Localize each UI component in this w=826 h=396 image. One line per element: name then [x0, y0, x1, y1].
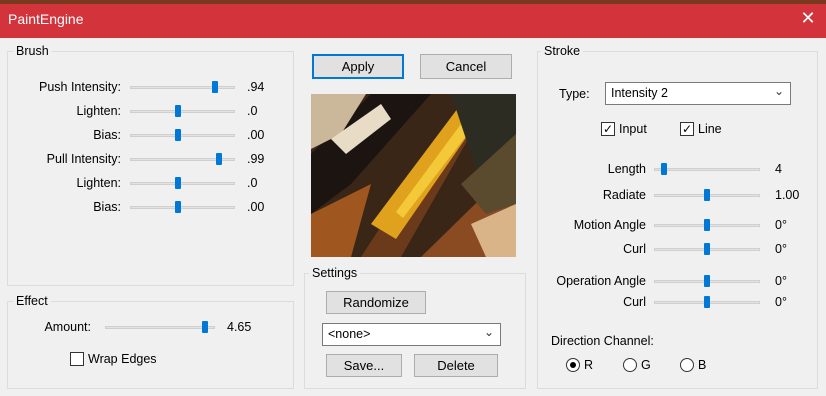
chevron-down-icon: ⌄ [483, 325, 494, 339]
apply-button[interactable]: Apply [312, 54, 404, 79]
preset-select[interactable]: <none> ⌄ [322, 323, 501, 346]
channel-g-radio[interactable] [623, 358, 637, 372]
channel-b-label: B [698, 358, 707, 372]
direction-channel-label: Direction Channel: [551, 334, 654, 348]
amount-slider-track[interactable] [105, 326, 215, 329]
effect-group-label: Effect [13, 294, 51, 308]
stroke-group-label: Stroke [541, 44, 584, 58]
brush-group-label: Brush [13, 44, 52, 58]
brush-slider-thumb[interactable] [211, 81, 218, 93]
stroke-slider-thumb[interactable] [704, 275, 710, 287]
delete-button[interactable]: Delete [414, 354, 498, 377]
line-checkbox[interactable]: ✓ [680, 122, 694, 136]
brush-slider-label: Push Intensity: [39, 80, 121, 94]
randomize-button[interactable]: Randomize [326, 291, 426, 314]
brush-slider-thumb[interactable] [174, 177, 181, 189]
wrap-edges-checkbox[interactable] [70, 352, 84, 366]
amount-slider-thumb[interactable] [202, 321, 208, 333]
channel-b-radio[interactable] [680, 358, 694, 372]
brush-slider-value: .99 [247, 152, 265, 166]
brush-slider-value: .0 [247, 104, 258, 118]
type-select-value: Intensity 2 [611, 86, 668, 100]
type-select[interactable]: Intensity 2 ⌄ [605, 82, 791, 105]
brush-slider-track[interactable] [130, 134, 235, 137]
brush-slider-track[interactable] [130, 86, 235, 89]
channel-g-label: G [641, 358, 651, 372]
stroke-slider-thumb[interactable] [704, 189, 710, 201]
brush-slider-label: Bias: [93, 200, 121, 214]
effect-group [7, 301, 294, 389]
stroke-slider-value: 1.00 [775, 188, 800, 202]
wrap-edges-label: Wrap Edges [88, 352, 157, 366]
save-button[interactable]: Save... [326, 354, 402, 377]
stroke-slider-track[interactable] [654, 168, 760, 171]
preview-image [311, 94, 516, 257]
stroke-slider-value: 0° [775, 218, 787, 232]
brush-slider-track[interactable] [130, 182, 235, 185]
brush-slider-thumb[interactable] [174, 129, 181, 141]
brush-slider-value: .94 [247, 80, 265, 94]
brush-slider-label: Lighten: [76, 104, 121, 118]
brush-slider-value: .00 [247, 200, 265, 214]
input-checkbox[interactable]: ✓ [601, 122, 615, 136]
input-label: Input [619, 122, 647, 136]
brush-slider-track[interactable] [130, 110, 235, 113]
stroke-slider-thumb[interactable] [704, 296, 710, 308]
stroke-slider-label: Operation Angle [556, 274, 646, 288]
preview-artwork [311, 94, 516, 257]
brush-slider-value: .0 [247, 176, 258, 190]
cancel-button[interactable]: Cancel [420, 54, 512, 79]
stroke-slider-label: Length [607, 162, 646, 176]
stroke-slider-thumb[interactable] [660, 163, 667, 175]
title-bar: PaintEngine ✕ [0, 0, 826, 38]
stroke-slider-value: 0° [775, 242, 787, 256]
stroke-slider-label: Radiate [602, 188, 646, 202]
amount-value: 4.65 [227, 320, 252, 334]
chevron-down-icon: ⌄ [773, 84, 784, 98]
brush-slider-thumb[interactable] [216, 153, 223, 165]
brush-slider-thumb[interactable] [174, 201, 181, 213]
brush-slider-label: Bias: [93, 128, 121, 142]
line-label: Line [698, 122, 722, 136]
settings-group-label: Settings [309, 266, 361, 280]
stroke-slider-thumb[interactable] [704, 219, 710, 231]
stroke-slider-label: Curl [623, 295, 646, 309]
stroke-slider-value: 0° [775, 274, 787, 288]
background-strip [0, 0, 826, 4]
channel-r-radio[interactable] [566, 358, 580, 372]
stroke-slider-label: Curl [623, 242, 646, 256]
window-title: PaintEngine [8, 11, 84, 27]
amount-label: Amount: [44, 320, 91, 334]
brush-slider-track[interactable] [130, 206, 235, 209]
brush-slider-label: Pull Intensity: [46, 152, 121, 166]
channel-r-label: R [584, 358, 594, 372]
brush-slider-value: .00 [247, 128, 265, 142]
stroke-slider-value: 0° [775, 295, 787, 309]
stroke-slider-thumb[interactable] [704, 243, 710, 255]
type-label: Type: [559, 87, 590, 101]
brush-slider-label: Lighten: [76, 176, 121, 190]
preset-select-value: <none> [328, 327, 371, 341]
stroke-slider-value: 4 [775, 162, 782, 176]
brush-slider-thumb[interactable] [174, 105, 181, 117]
close-icon[interactable]: ✕ [798, 8, 818, 28]
stroke-slider-label: Motion Angle [573, 218, 646, 232]
